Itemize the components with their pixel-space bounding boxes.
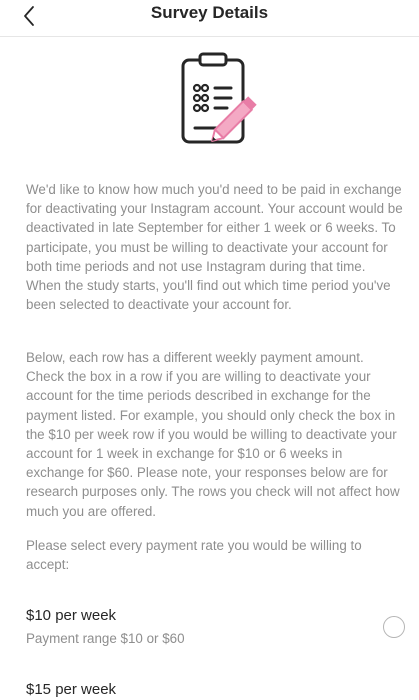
intro-paragraph: We'd like to know how much you'd need to… bbox=[26, 182, 403, 313]
option-label: $10 per week bbox=[26, 607, 117, 624]
option-label: $15 per week bbox=[26, 681, 117, 698]
option-radio[interactable] bbox=[383, 616, 405, 638]
list-item[interactable]: $15 per week bbox=[0, 678, 419, 700]
selection-prompt: Please select every payment rate you wou… bbox=[26, 538, 362, 573]
instructions-paragraph: Below, each row has a different weekly p… bbox=[26, 350, 400, 519]
clipboard-checklist-icon bbox=[181, 52, 257, 144]
header-bar: Survey Details bbox=[0, 0, 419, 37]
page-title: Survey Details bbox=[150, 3, 269, 22]
option-range: Payment range $10 or $60 bbox=[26, 631, 185, 646]
list-item[interactable]: $10 per week Payment range $10 or $60 bbox=[0, 604, 419, 654]
